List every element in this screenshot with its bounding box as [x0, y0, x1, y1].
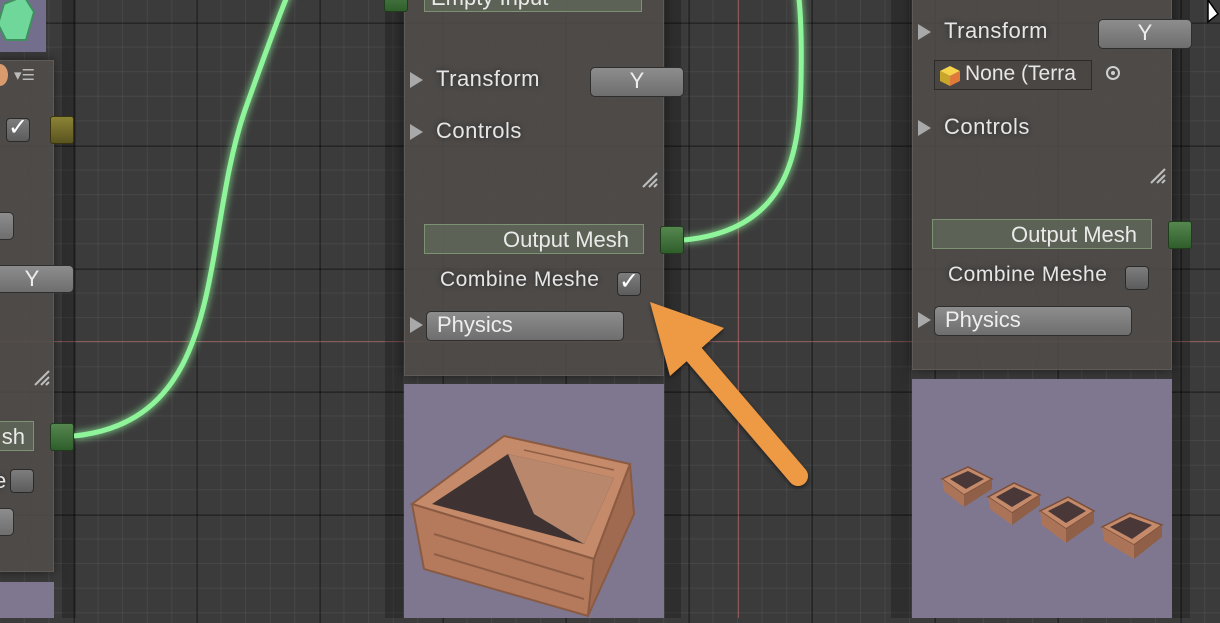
physics-foldout-arrow-icon[interactable]	[410, 317, 423, 333]
middle-node-resize-handle[interactable]	[640, 170, 660, 190]
terrain-field-value: None (Terra	[965, 62, 1076, 85]
small-box-3	[1038, 496, 1096, 543]
right-physics-button[interactable]: Physics	[934, 306, 1132, 336]
wooden-box-preview	[409, 434, 636, 618]
small-box-4	[1100, 512, 1164, 559]
right-node-preview	[912, 379, 1172, 618]
left-node-input-port[interactable]	[50, 116, 74, 144]
left-node-combine-checkbox[interactable]	[10, 469, 34, 493]
terrain-object-field[interactable]: None (Terra	[934, 60, 1092, 90]
combine-meshes-label: Combine Meshe	[440, 268, 600, 291]
object-picker-icon[interactable]	[1106, 66, 1120, 80]
right-controls-foldout-arrow-icon[interactable]	[918, 120, 931, 136]
right-output-mesh-label: Output Mesh	[932, 219, 1152, 249]
hexagon-icon	[0, 0, 36, 41]
right-physics-foldout-arrow-icon[interactable]	[918, 312, 931, 328]
mouse-cursor-icon	[1207, 0, 1220, 24]
left-node-resize-handle[interactable]	[32, 368, 52, 388]
left-node-output-label: sh	[0, 421, 34, 451]
middle-node-input-port[interactable]	[384, 0, 408, 12]
left-node-output-port[interactable]	[50, 423, 74, 451]
small-box-2	[986, 482, 1042, 525]
physics-button[interactable]: Physics	[426, 311, 624, 341]
output-mesh-port[interactable]	[660, 226, 684, 254]
left-node-preview	[0, 582, 54, 618]
menu-icon[interactable]: ▾☰	[14, 66, 35, 84]
connection-curve-left[interactable]	[73, 0, 290, 439]
combine-meshes-checkbox[interactable]: ✓	[617, 268, 641, 296]
right-transform-label[interactable]: Transform	[944, 18, 1048, 44]
left-node-preview-thumbnail	[0, 0, 46, 52]
left-node-axis-button[interactable]: Y	[0, 265, 74, 293]
transform-foldout-arrow-icon[interactable]	[410, 72, 423, 88]
small-box-1	[940, 466, 994, 507]
right-combine-meshes-label: Combine Meshe	[948, 263, 1108, 286]
left-node-physics-button[interactable]	[0, 508, 14, 536]
right-transform-foldout-arrow-icon[interactable]	[918, 24, 931, 40]
right-transform-axis-button[interactable]: Y	[1098, 19, 1192, 49]
left-node-checkbox[interactable]: ✓	[6, 114, 30, 142]
orange-pointer-arrow-icon	[650, 302, 808, 486]
left-node-button[interactable]	[0, 212, 14, 240]
connection-curve-middle[interactable]	[683, 0, 804, 243]
middle-node-preview	[404, 384, 664, 618]
middle-node-input-label: Empty Input	[424, 0, 642, 12]
multiple-wooden-boxes-preview	[940, 466, 1164, 559]
right-controls-label[interactable]: Controls	[944, 114, 1030, 140]
transform-axis-button[interactable]: Y	[590, 67, 684, 97]
left-node-checkbox-label: e	[0, 468, 7, 493]
right-node-resize-handle[interactable]	[1148, 166, 1168, 186]
output-mesh-label: Output Mesh	[424, 224, 644, 254]
right-output-mesh-port[interactable]	[1168, 221, 1192, 249]
terrain-icon	[940, 66, 960, 86]
transform-label[interactable]: Transform	[436, 66, 540, 92]
controls-label[interactable]: Controls	[436, 118, 522, 144]
controls-foldout-arrow-icon[interactable]	[410, 124, 423, 140]
right-combine-meshes-checkbox[interactable]	[1125, 266, 1149, 290]
